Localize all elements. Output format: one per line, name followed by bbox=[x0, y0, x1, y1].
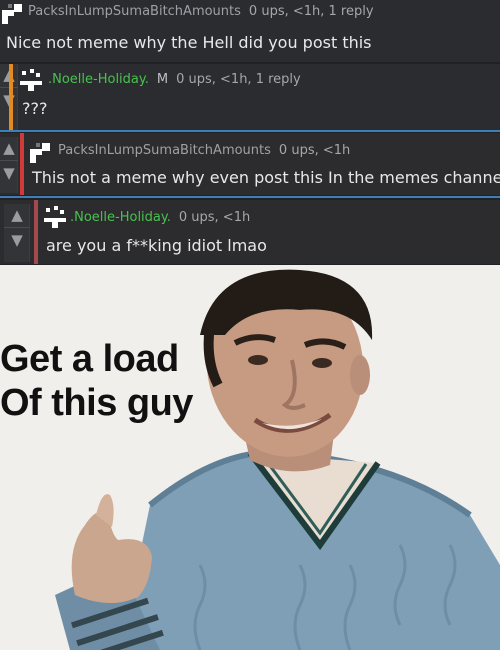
comment-meta: .Noelle-Holiday. M 0 ups, <1h, 1 reply bbox=[48, 72, 301, 87]
username-link[interactable]: .Noelle-Holiday. bbox=[70, 210, 171, 225]
thread-bar bbox=[34, 200, 38, 264]
meme-image: Get a load Of this guy bbox=[0, 265, 500, 650]
caption-line-1: Get a load bbox=[0, 338, 179, 380]
user-avatar[interactable] bbox=[44, 206, 66, 228]
comment-stats: 0 ups, <1h, 1 reply bbox=[248, 4, 374, 19]
username-link[interactable]: .Noelle-Holiday. bbox=[48, 72, 149, 87]
vote-column: ▲ ▼ bbox=[0, 137, 18, 193]
up-arrow-icon[interactable]: ▲ bbox=[0, 137, 18, 161]
down-arrow-icon[interactable]: ▼ bbox=[0, 161, 18, 185]
comment-thread: PacksInLumpSumaBitchAmounts 0 ups, <1h, 1… bbox=[0, 0, 500, 265]
up-arrow-icon[interactable]: ▲ bbox=[4, 204, 30, 228]
down-arrow-icon[interactable]: ▼ bbox=[4, 228, 30, 252]
caption-line-2: Of this guy bbox=[0, 382, 193, 424]
comment-text: ??? bbox=[22, 99, 48, 118]
comment-stats: 0 ups, <1h bbox=[278, 143, 351, 158]
comment-meta: .Noelle-Holiday. 0 ups, <1h bbox=[70, 210, 250, 225]
thread-bar bbox=[20, 133, 24, 195]
thread-divider bbox=[0, 196, 500, 198]
comment-meta: PacksInLumpSumaBitchAmounts 0 ups, <1h, 1… bbox=[28, 4, 374, 19]
comment-4: ▲ ▼ .Noelle-Holiday. 0 ups, <1h are you a… bbox=[0, 200, 500, 264]
username-link[interactable]: PacksInLumpSumaBitchAmounts bbox=[58, 143, 271, 158]
comment-stats: 0 ups, <1h bbox=[178, 210, 251, 225]
comment-meta: PacksInLumpSumaBitchAmounts 0 ups, <1h bbox=[58, 143, 350, 158]
user-avatar[interactable] bbox=[20, 69, 42, 91]
comment-text: Nice not meme why the Hell did you post … bbox=[6, 33, 372, 52]
vote-column: ▲ ▼ bbox=[4, 204, 30, 262]
comment-text: This not a meme why even post this In th… bbox=[32, 168, 500, 187]
moderator-badge: M bbox=[156, 72, 169, 87]
user-avatar[interactable] bbox=[2, 2, 24, 24]
user-avatar[interactable] bbox=[30, 141, 52, 163]
username-link[interactable]: PacksInLumpSumaBitchAmounts bbox=[28, 4, 241, 19]
comment-1: PacksInLumpSumaBitchAmounts 0 ups, <1h, 1… bbox=[0, 0, 500, 62]
meme-illustration bbox=[0, 265, 500, 650]
comment-stats: 0 ups, <1h, 1 reply bbox=[176, 72, 301, 87]
comment-2: ▲ ▼ .Noelle-Holiday.M0 ups, <1h, 1 reply… bbox=[0, 64, 500, 130]
meme-caption: Get a load Of this guy bbox=[0, 337, 193, 425]
thread-divider bbox=[0, 130, 500, 132]
thread-bar bbox=[9, 64, 13, 130]
comment-3: ▲ ▼ PacksInLumpSumaBitchAmounts 0 ups, <1… bbox=[0, 133, 500, 195]
comment-text: are you a f**king idiot lmao bbox=[46, 236, 267, 255]
